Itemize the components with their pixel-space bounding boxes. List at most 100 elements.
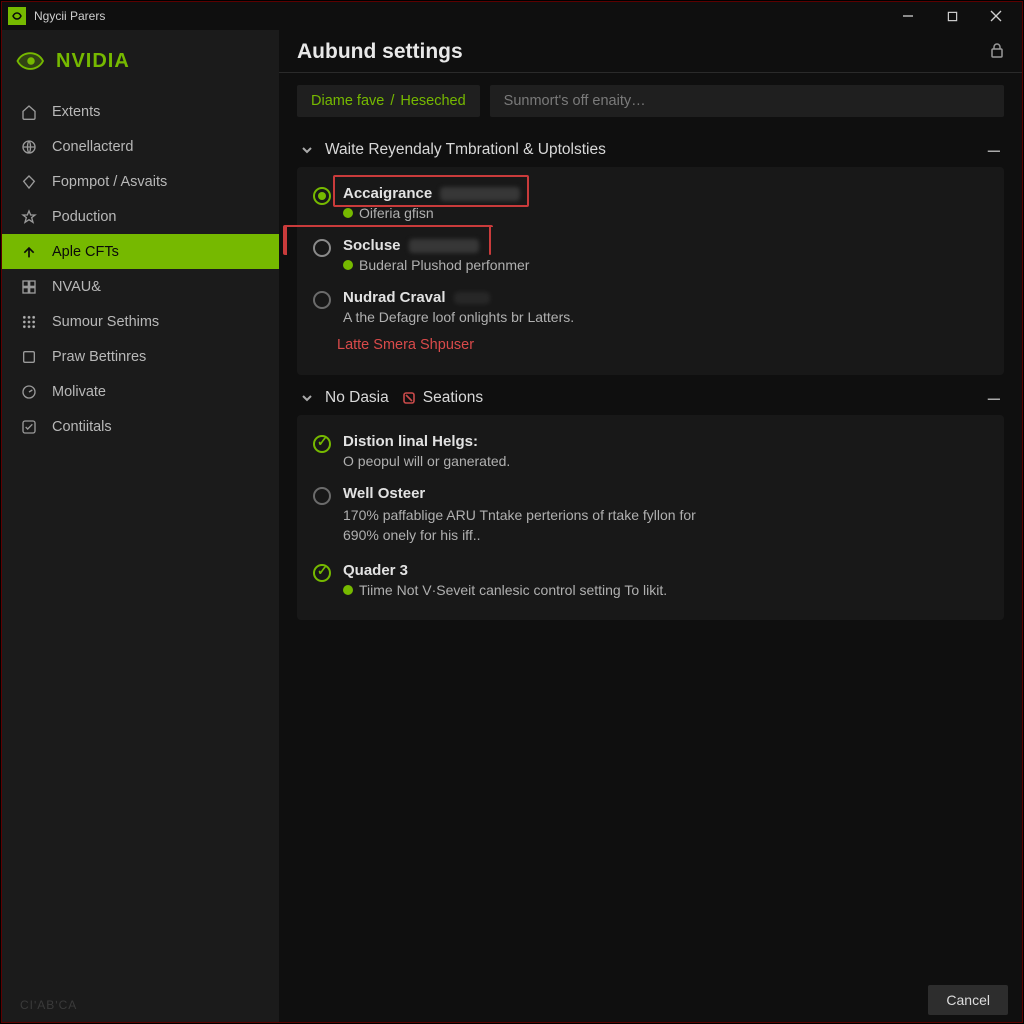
breadcrumb-b: Heseched [400, 93, 465, 109]
breadcrumb-slash: / [390, 93, 394, 109]
section-1-header[interactable]: Waite Reyendaly Tmbrationl & Uptolsties … [297, 133, 1004, 167]
blur-placeholder [409, 239, 479, 253]
option-accaigrance[interactable]: Accaigrance Oiferia gfisn [297, 177, 1004, 229]
sidebar-item-label: Contiitals [52, 419, 112, 435]
nvidia-logo-icon [16, 48, 46, 74]
sidebar-item-fopmpot-asvaits[interactable]: Fopmpot / Asvaits [2, 164, 279, 199]
option-title: Nudrad Craval [343, 289, 446, 306]
section-2-title-a: No Dasia [325, 389, 389, 407]
section-1: Waite Reyendaly Tmbrationl & Uptolsties … [297, 133, 1004, 375]
section-2-header[interactable]: No Dasia Seations – [297, 381, 1004, 415]
option-subtitle: A the Defagre loof onlights br Latters. [343, 309, 574, 325]
brand-wordmark: NVIDIA [56, 50, 130, 73]
sidebar-item-poduction[interactable]: Poduction [2, 199, 279, 234]
section-2-title-b: Seations [423, 389, 483, 407]
check-checked-icon[interactable] [313, 564, 331, 582]
collapse-icon[interactable]: – [988, 145, 1004, 155]
option-title: Socluse [343, 237, 401, 254]
search-box[interactable] [490, 85, 1004, 117]
sidebar-item-label: Fopmpot / Asvaits [52, 174, 167, 190]
maximize-button[interactable] [930, 2, 974, 30]
arrow-up-icon [20, 243, 38, 261]
option-subtitle: Tiime Not V·Seveit canlesic control sett… [359, 582, 667, 598]
option-subtitle: O peopul will or ganerated. [343, 453, 510, 469]
radio-icon[interactable] [313, 239, 331, 257]
option-subtitle: Buderal Plushod perfonmer [359, 257, 529, 273]
sidebar-item-label: NVAU& [52, 279, 101, 295]
radio-icon[interactable] [313, 487, 331, 505]
blur-placeholder [454, 292, 490, 304]
sidebar-item-extents[interactable]: Extents [2, 94, 279, 129]
sidebar-item-label: Conellacterd [52, 139, 133, 155]
blur-placeholder [440, 187, 520, 201]
breadcrumb-a: Diame fave [311, 93, 384, 109]
nav-list: Extents Conellacterd Fopmpot / Asvaits Podu… [2, 94, 279, 444]
sidebar-item-nvau-[interactable]: NVAU& [2, 269, 279, 304]
status-dot-icon [343, 208, 353, 218]
bottom-bar: Cancel [279, 978, 1022, 1022]
sidebar-item-label: Extents [52, 104, 100, 120]
chevron-down-icon [299, 390, 315, 406]
minimize-button[interactable] [886, 2, 930, 30]
option-title: Distion linal Helgs: [343, 433, 478, 450]
sidebar-item-label: Poduction [52, 209, 117, 225]
radio-icon[interactable] [313, 291, 331, 309]
app-window: Ngycii Parers NVIDIA Extents Conellacterd… [1, 1, 1023, 1023]
option-title: Well Osteer [343, 485, 425, 502]
option-nudrad[interactable]: Nudrad Craval A the Defagre loof onlight… [297, 281, 1004, 333]
star-icon [20, 208, 38, 226]
square-icon [20, 348, 38, 366]
option-socluse[interactable]: Socluse Buderal Plushod perfonmer [297, 229, 1004, 281]
option-subtitle: Oiferia gfisn [359, 205, 434, 221]
sidebar-item-aple-cfts[interactable]: Aple CFTs [2, 234, 279, 269]
grid9-icon [20, 313, 38, 331]
lock-icon [990, 42, 1004, 63]
diamond-icon [20, 173, 38, 191]
option-quader3[interactable]: Quader 3 Tiime Not V·Seveit canlesic con… [297, 554, 1004, 606]
page-title: Aubund settings [297, 40, 990, 64]
app-title: Ngycii Parers [34, 9, 105, 23]
sidebar-item-contiitals[interactable]: Contiitals [2, 409, 279, 444]
sidebar-item-label: Aple CFTs [52, 244, 119, 260]
option-title: Quader 3 [343, 562, 408, 579]
section-1-body: Accaigrance Oiferia gfisn Socluse Budera… [297, 167, 1004, 375]
option-distion[interactable]: Distion linal Helgs: O peopul will or ga… [297, 425, 1004, 477]
breadcrumb-chip[interactable]: Diame fave / Heseched [297, 85, 480, 117]
toolbar: Diame fave / Heseched [279, 73, 1022, 127]
option-subtitle: 170% paffablige ARU Tntake perterions of… [343, 507, 696, 543]
chevron-down-icon [299, 142, 315, 158]
sidebar-item-label: Praw Bettinres [52, 349, 146, 365]
sidebar-item-label: Molivate [52, 384, 106, 400]
check-icon [20, 418, 38, 436]
sidebar-footer: CIʹABʹCA [2, 988, 279, 1022]
section-2-body: Distion linal Helgs: O peopul will or ga… [297, 415, 1004, 620]
scroll-area: Waite Reyendaly Tmbrationl & Uptolsties … [279, 127, 1022, 978]
sidebar: NVIDIA Extents Conellacterd Fopmpot / Asva… [2, 30, 279, 1022]
status-dot-icon [343, 585, 353, 595]
check-checked-icon[interactable] [313, 435, 331, 453]
collapse-icon[interactable]: – [988, 393, 1004, 403]
radio-checked-icon[interactable] [313, 187, 331, 205]
section-1-title: Waite Reyendaly Tmbrationl & Uptolsties [325, 141, 606, 159]
sidebar-item-praw-bettinres[interactable]: Praw Bettinres [2, 339, 279, 374]
sidebar-item-label: Sumour Sethims [52, 314, 159, 330]
status-dot-icon [343, 260, 353, 270]
globe-icon [20, 138, 38, 156]
brand: NVIDIA [2, 42, 279, 94]
search-input[interactable] [504, 93, 990, 109]
option-well-osteer[interactable]: Well Osteer 170% paffablige ARU Tntake p… [297, 477, 1004, 554]
cancel-button[interactable]: Cancel [928, 985, 1008, 1015]
gauge-icon [20, 383, 38, 401]
titlebar: Ngycii Parers [2, 2, 1022, 30]
alert-icon [401, 390, 417, 406]
warning-text: Latte Smera Shpuser [297, 333, 1004, 361]
sidebar-item-molivate[interactable]: Molivate [2, 374, 279, 409]
page-header: Aubund settings [279, 30, 1022, 73]
sidebar-item-conellacterd[interactable]: Conellacterd [2, 129, 279, 164]
content-pane: Aubund settings Diame fave / Heseched [279, 30, 1022, 1022]
home-icon [20, 103, 38, 121]
section-2: No Dasia Seations – Distion linal Helgs:… [297, 381, 1004, 620]
app-icon [8, 7, 26, 25]
sidebar-item-sumour-sethims[interactable]: Sumour Sethims [2, 304, 279, 339]
close-button[interactable] [974, 2, 1018, 30]
